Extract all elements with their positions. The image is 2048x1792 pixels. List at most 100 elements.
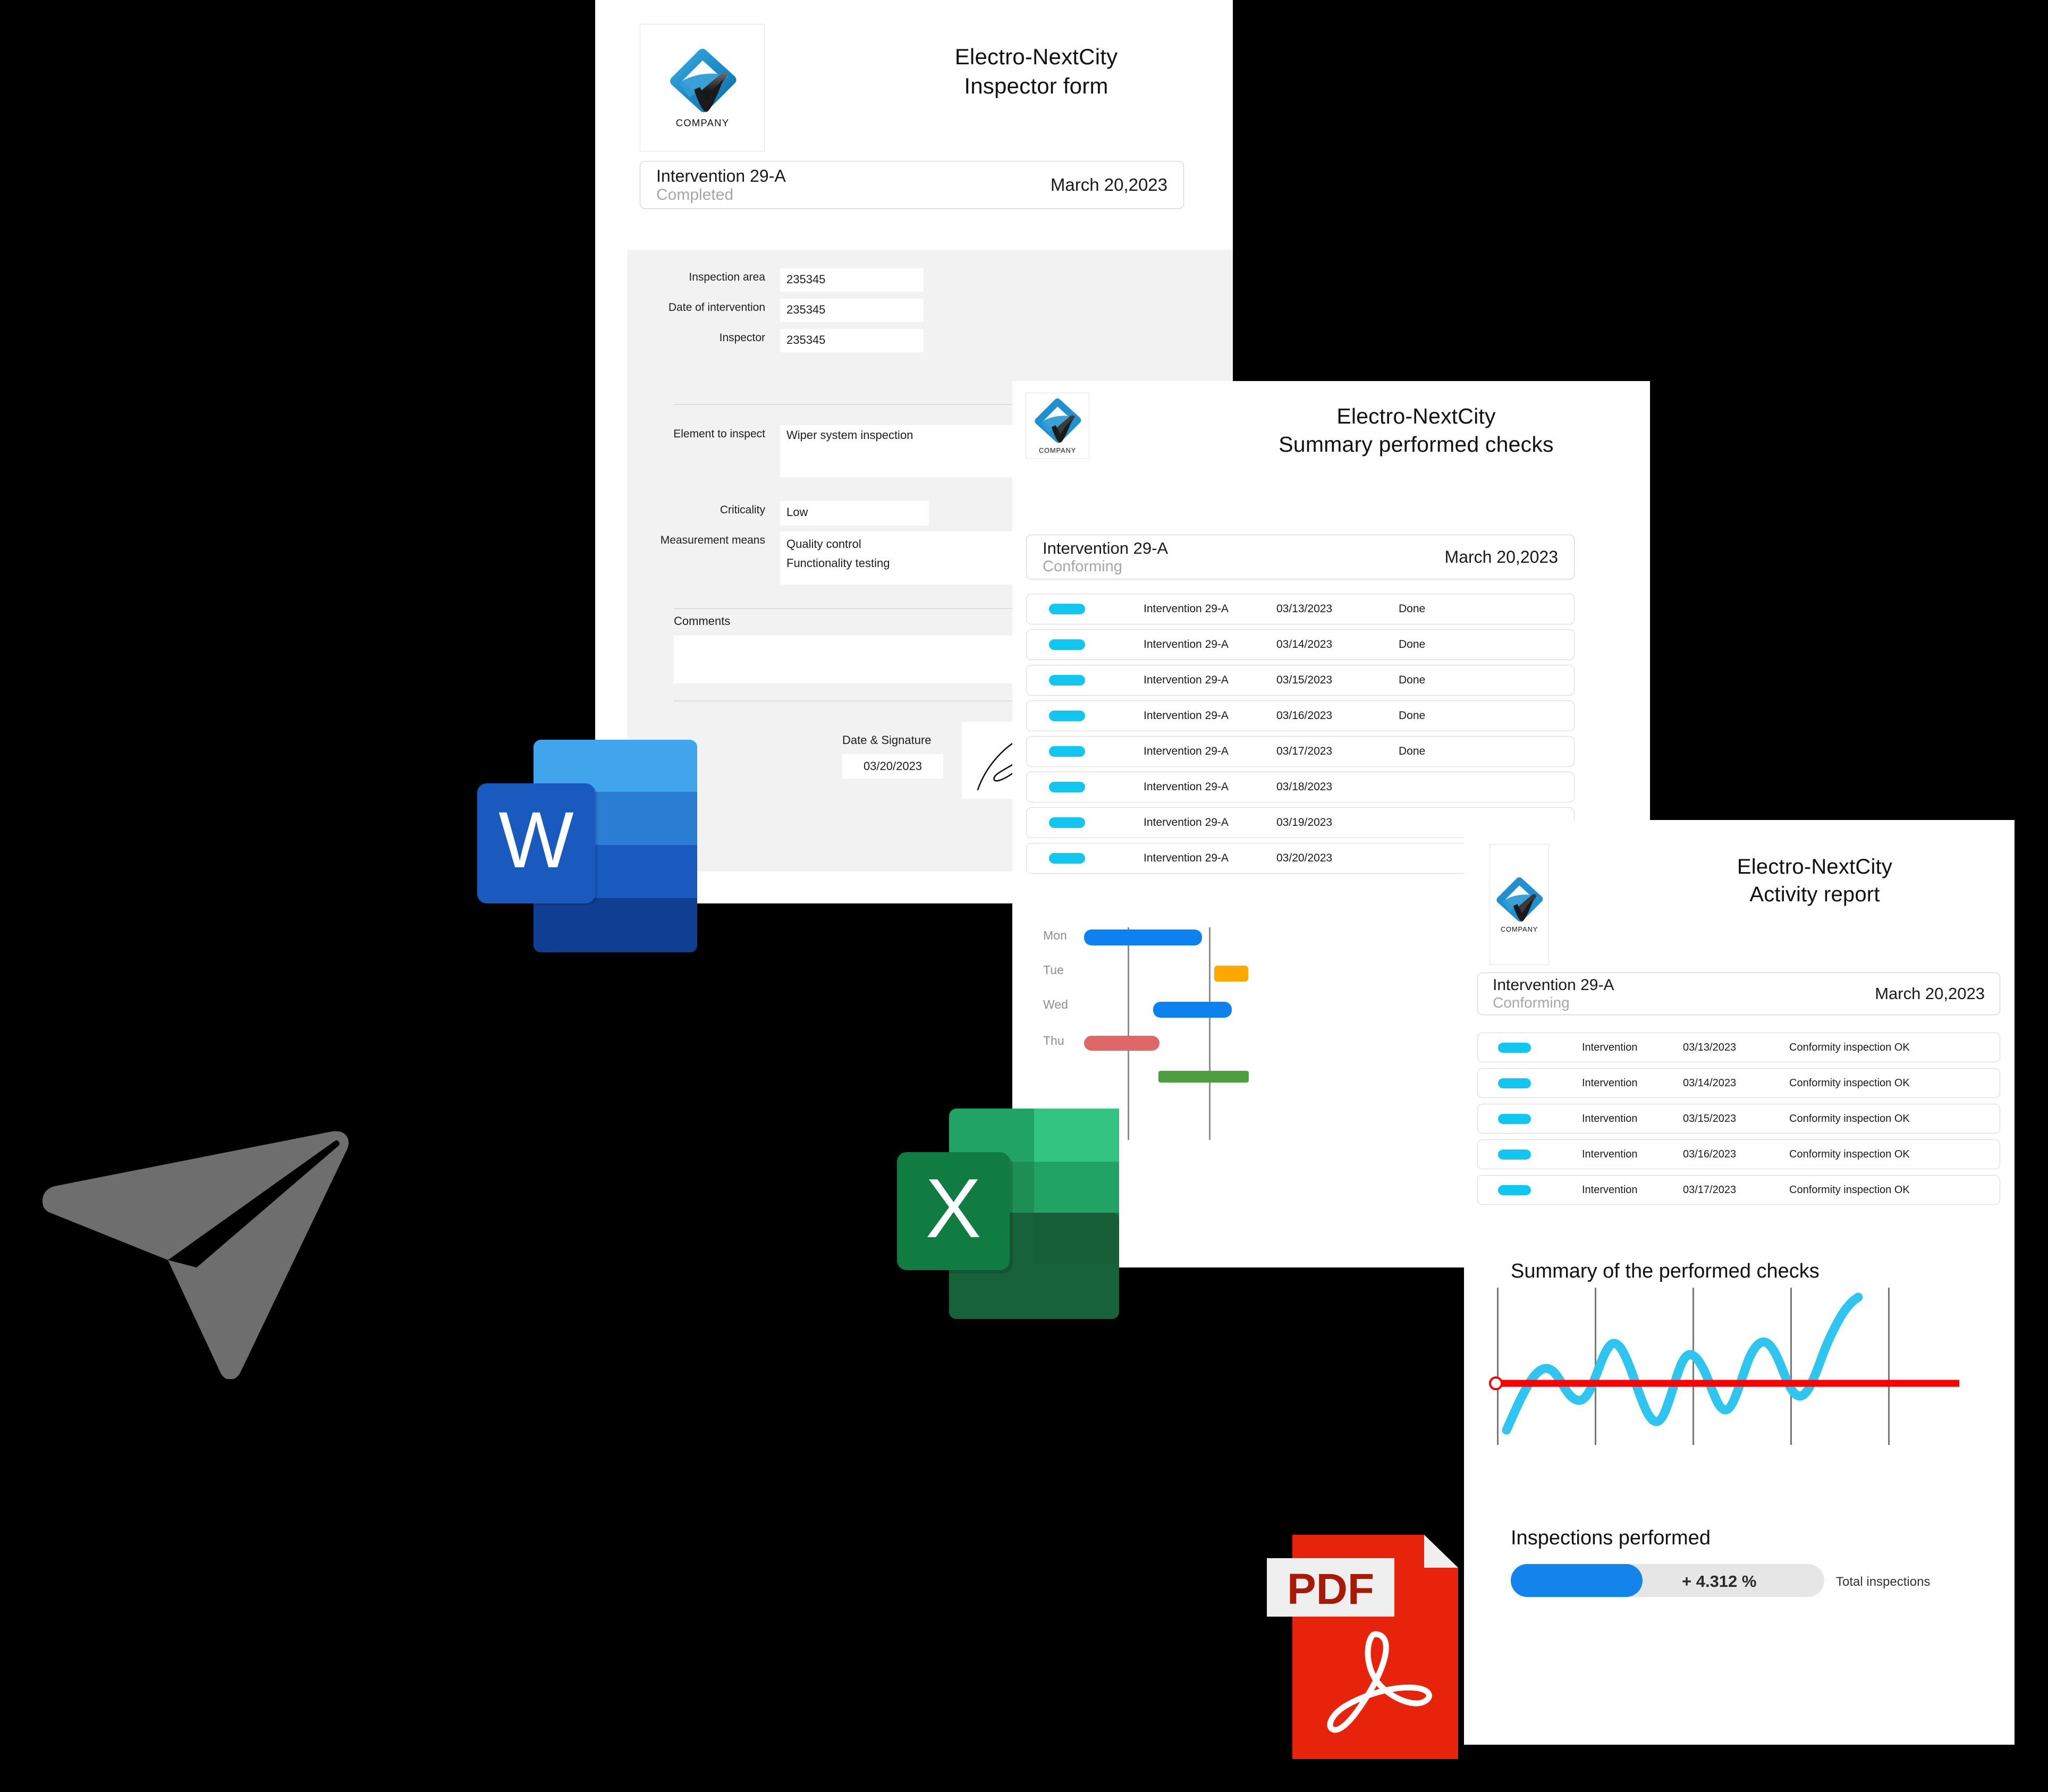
row-date: 03/13/2023 [1683, 1041, 1737, 1053]
row-date: 03/16/2023 [1276, 709, 1333, 722]
company-logo: COMPANY [1026, 393, 1089, 459]
field-label: Measurement means [660, 534, 765, 546]
microsoft-excel-icon[interactable]: X [893, 1095, 1137, 1334]
logo-wordmark: COMPANY [1039, 446, 1076, 454]
field-label: Date of intervention [668, 301, 765, 314]
status-pill [1049, 853, 1085, 864]
row-name: Intervention [1582, 1112, 1638, 1125]
table-row[interactable]: Intervention 03/13/2023 Conformity inspect… [1477, 1033, 2000, 1062]
field-value[interactable]: Low [780, 501, 929, 526]
row-name: Intervention 29-A [1144, 781, 1229, 793]
row-name: Intervention 29-A [1144, 816, 1229, 829]
table-row[interactable]: Intervention 29-A 03/15/2023 Done [1026, 665, 1575, 696]
row-status: Conformity inspection OK [1789, 1148, 1910, 1160]
row-name: Intervention 29-A [1144, 674, 1229, 686]
row-name: Intervention 29-A [1144, 603, 1229, 615]
doc3-banner-title: Intervention 29-A [1493, 976, 1614, 994]
row-date: 03/20/2023 [1276, 852, 1333, 864]
gantt-bar-wed [1153, 1002, 1232, 1018]
status-pill [1498, 1078, 1531, 1088]
doc2-banner-date: March 20,2023 [1444, 547, 1558, 567]
row-date: 03/15/2023 [1276, 674, 1333, 686]
progress-caption: Total inspections [1836, 1575, 1931, 1589]
doc2-status-banner[interactable]: Intervention 29-A Conforming March 20,20… [1026, 535, 1575, 579]
doc3-kpi-title: Inspections performed [1511, 1527, 1711, 1549]
doc1-status-banner[interactable]: Intervention 29-A Completed March 20,202… [640, 161, 1184, 209]
doc2-title-line1: Electro-NextCity [1336, 404, 1496, 428]
word-letter: W [498, 795, 574, 884]
company-logo: COMPANY [1490, 844, 1549, 965]
row-date: 03/18/2023 [1276, 781, 1333, 793]
doc3-line-chart [1485, 1288, 1995, 1447]
gantt-bar-tue [1214, 966, 1248, 982]
progress-fill [1511, 1564, 1643, 1597]
row-status: Done [1399, 745, 1426, 757]
row-date: 03/17/2023 [1683, 1184, 1737, 1196]
row-name: Intervention 29-A [1144, 709, 1229, 722]
status-pill [1049, 604, 1085, 614]
row-name: Intervention 29-A [1144, 638, 1229, 650]
table-row[interactable]: Intervention 29-A 03/18/2023 [1026, 772, 1575, 802]
row-date: 03/17/2023 [1276, 745, 1333, 757]
field-row-inspection-area[interactable]: Inspection area 235345 [627, 268, 946, 292]
field-value[interactable]: 235345 [780, 299, 924, 322]
doc1-title-line1: Electro-NextCity [954, 44, 1118, 69]
status-pill [1498, 1185, 1531, 1195]
doc1-banner-title: Intervention 29-A [656, 166, 786, 185]
company-logo: COMPANY [640, 24, 765, 151]
chart-baseline-marker [1489, 1376, 1503, 1390]
logo-wordmark: COMPANY [1501, 925, 1538, 933]
screenshot-canvas: COMPANY Electro-NextCity Inspector form … [0, 0, 2048, 1792]
signature-date-input[interactable]: 03/20/2023 [842, 754, 943, 779]
field-row-inspector[interactable]: Inspector 235345 [627, 329, 946, 352]
pdf-file-icon[interactable]: PDF [1265, 1525, 1477, 1791]
table-row[interactable]: Intervention 03/16/2023 Conformity inspect… [1477, 1139, 2000, 1169]
row-status: Conformity inspection OK [1789, 1041, 1910, 1053]
gantt-label-mon: Mon [1043, 928, 1067, 942]
field-label: Inspector [719, 332, 765, 344]
field-row-date-of-intervention[interactable]: Date of intervention 235345 [627, 299, 946, 322]
table-row[interactable]: Intervention 29-A 03/13/2023 Done [1026, 594, 1575, 624]
doc3-banner-status: Conforming [1493, 994, 1570, 1011]
doc3-title-line2: Activity report [1749, 883, 1880, 906]
table-row[interactable]: Intervention 29-A 03/16/2023 Done [1026, 700, 1575, 731]
table-row[interactable]: Intervention 03/15/2023 Conformity inspect… [1477, 1104, 2000, 1134]
doc3-chart-title: Summary of the performed checks [1511, 1260, 1819, 1282]
row-name: Intervention 29-A [1144, 745, 1229, 757]
field-value[interactable]: 235345 [780, 268, 924, 292]
table-row[interactable]: Intervention 29-A 03/17/2023 Done [1026, 736, 1575, 767]
excel-letter: X [925, 1162, 981, 1255]
doc3-title-line1: Electro-NextCity [1737, 855, 1893, 878]
comments-label: Comments [674, 614, 731, 628]
field-label: Element to inspect [673, 428, 765, 440]
table-row[interactable]: Intervention 03/17/2023 Conformity inspect… [1477, 1175, 2000, 1205]
row-date: 03/14/2023 [1276, 638, 1333, 650]
row-name: Intervention [1582, 1041, 1638, 1053]
row-name: Intervention 29-A [1144, 852, 1229, 864]
paper-plane-icon[interactable] [37, 1108, 356, 1379]
field-value[interactable]: 235345 [780, 329, 924, 352]
doc3-status-banner[interactable]: Intervention 29-A Conforming March 20,20… [1477, 973, 2000, 1015]
gantt-label-tue: Tue [1043, 963, 1064, 977]
table-row[interactable]: Intervention 03/14/2023 Conformity inspect… [1477, 1068, 2000, 1098]
pdf-label: PDF [1287, 1565, 1374, 1613]
doc1-banner-status: Completed [656, 185, 734, 204]
field-row-criticality[interactable]: Criticality Low [627, 501, 946, 526]
doc2-banner-status: Conforming [1043, 557, 1122, 575]
field-label: Criticality [720, 504, 765, 516]
row-date: 03/16/2023 [1683, 1148, 1737, 1160]
microsoft-word-icon[interactable]: W [468, 723, 723, 967]
document-activity-report[interactable]: COMPANY Electro-NextCity Activity report… [1464, 820, 2015, 1745]
doc2-title: Electro-NextCity Summary performed check… [1198, 402, 1634, 459]
status-pill [1498, 1113, 1531, 1124]
status-pill [1498, 1042, 1531, 1053]
status-pill [1049, 639, 1085, 650]
inspections-progress-bar[interactable] [1511, 1564, 1824, 1597]
table-row[interactable]: Intervention 29-A 03/14/2023 Done [1026, 629, 1575, 660]
gantt-gridline [1209, 927, 1211, 1140]
status-pill [1049, 675, 1085, 686]
row-date: 03/19/2023 [1276, 816, 1333, 829]
row-name: Intervention [1582, 1077, 1638, 1089]
gantt-label-wed: Wed [1043, 998, 1068, 1011]
doc2-title-line2: Summary performed checks [1279, 432, 1554, 457]
